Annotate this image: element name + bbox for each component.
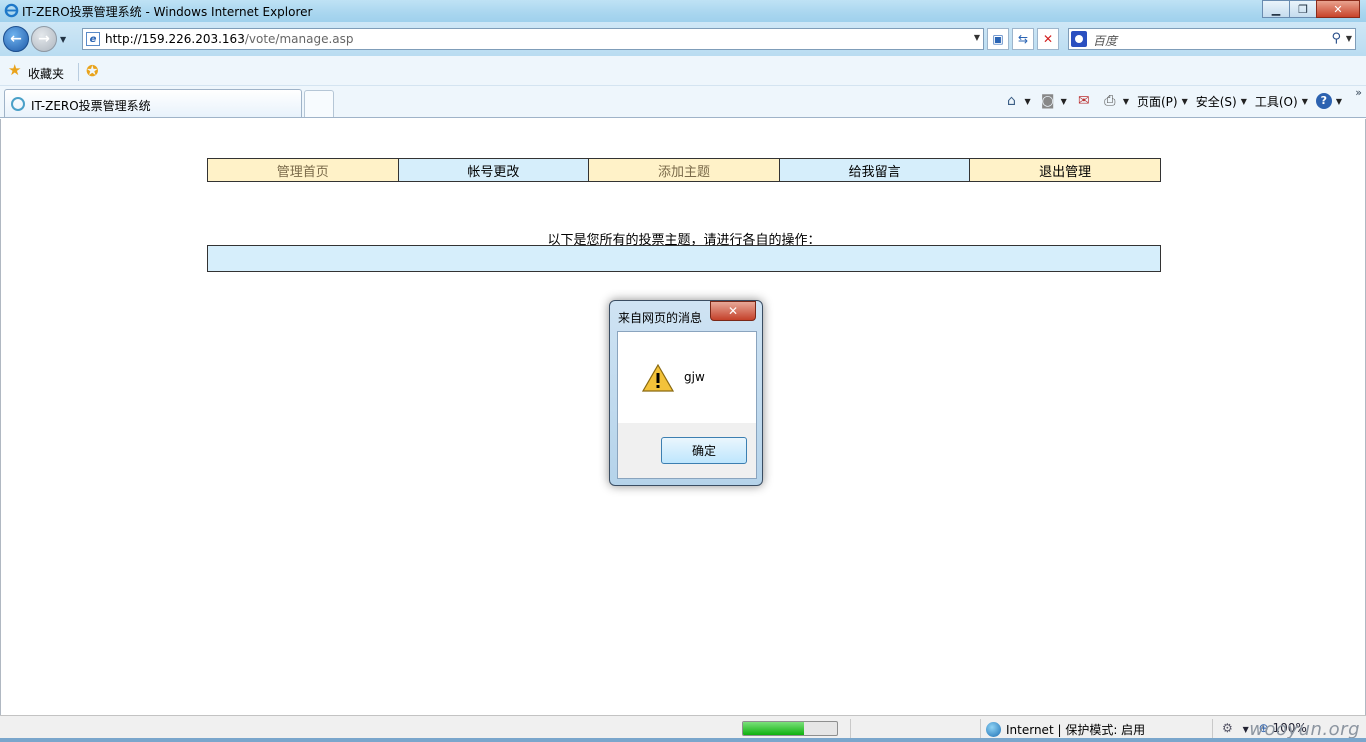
url-text: http://159.226.203.163/vote/manage.asp	[105, 32, 353, 46]
status-divider	[1212, 719, 1213, 739]
dialog-title: 来自网页的消息	[618, 311, 703, 325]
taskbar-edge	[0, 738, 1366, 742]
help-button[interactable]: ? ▼	[1315, 93, 1342, 109]
favorites-star-icon[interactable]: ★	[8, 63, 21, 78]
minimize-icon: ▁	[1271, 2, 1281, 16]
forward-button[interactable]: →	[31, 26, 57, 52]
more-commands-icon[interactable]: »	[1355, 86, 1362, 99]
page-menu-label: 页面(P)	[1136, 94, 1178, 109]
search-box[interactable]: 百度 ⚲ ▼	[1068, 28, 1356, 50]
back-button[interactable]: ←	[3, 26, 29, 52]
search-placeholder: 百度	[1093, 34, 1118, 48]
tab-bar: IT-ZERO投票管理系统 ⌂ ▼ ◙ ▼ ✉ ⎙ ▼ 页面(P) ▼ 安全(S) ▼ 工…	[0, 86, 1366, 118]
refresh-icon: ⇆	[1017, 32, 1029, 46]
chevron-down-icon: ▼	[1301, 96, 1308, 106]
close-window-button[interactable]: ✕	[1316, 0, 1360, 18]
loading-icon	[11, 97, 25, 111]
arrow-right-icon: →	[38, 31, 50, 47]
favorites-bar: ★ 收藏夹 ✪	[0, 56, 1366, 86]
topics-table	[207, 245, 1161, 272]
chevron-down-icon: ▼	[1242, 725, 1249, 734]
nav-admin-home[interactable]: 管理首页	[208, 159, 399, 181]
safety-menu-label: 安全(S)	[1195, 94, 1237, 109]
ok-button[interactable]: 确定	[661, 437, 747, 464]
window-controls: ▁ ❐ ✕	[1262, 0, 1360, 18]
close-icon: ✕	[1333, 2, 1343, 16]
command-bar: ⌂ ▼ ◙ ▼ ✉ ⎙ ▼ 页面(P) ▼ 安全(S) ▼ 工具(O) ▼ ? ▼	[995, 90, 1361, 112]
recent-pages-dropdown[interactable]: ▼	[60, 35, 66, 44]
dialog-body: gjw	[617, 331, 757, 423]
status-divider	[980, 719, 981, 739]
safety-menu[interactable]: 安全(S) ▼	[1196, 93, 1247, 110]
print-button[interactable]: ⎙ ▼	[1101, 93, 1129, 109]
favorites-divider	[78, 63, 79, 81]
chevron-down-icon: ▼	[1181, 96, 1188, 106]
rss-icon: ◙	[1040, 93, 1055, 109]
security-zone-label: Internet | 保护模式: 启用	[1006, 723, 1146, 737]
chevron-down-icon: ▼	[1024, 96, 1031, 106]
mail-icon: ✉	[1077, 93, 1090, 109]
window-title: IT-ZERO投票管理系统 - Windows Internet Explore…	[22, 5, 313, 19]
baidu-icon	[1071, 31, 1087, 47]
restore-button[interactable]: ❐	[1289, 0, 1317, 18]
nav-account-change[interactable]: 帐号更改	[398, 159, 590, 181]
globe-icon	[986, 722, 1001, 737]
settings-icon: ⚙	[1222, 721, 1233, 735]
nav-add-topic[interactable]: 添加主题	[589, 159, 780, 181]
home-button[interactable]: ⌂ ▼	[1003, 93, 1031, 109]
search-dropdown-icon[interactable]: ▼	[1346, 34, 1352, 43]
navigation-bar: ← → ▼ e http://159.226.203.163/vote/mana…	[0, 22, 1366, 56]
search-icon[interactable]: ⚲	[1331, 31, 1341, 46]
compatibility-icon: ▣	[992, 32, 1004, 46]
chevron-down-icon: ▼	[1060, 96, 1067, 106]
admin-nav: 管理首页 帐号更改 添加主题 给我留言 退出管理	[207, 158, 1161, 182]
printer-icon: ⎙	[1104, 93, 1116, 109]
chevron-down-icon: ▼	[1240, 96, 1247, 106]
nav-logout[interactable]: 退出管理	[970, 159, 1160, 181]
page-load-progress	[742, 721, 838, 736]
security-zone[interactable]: Internet | 保护模式: 启用	[986, 721, 1145, 738]
add-favorite-icon[interactable]: ✪	[86, 62, 99, 80]
dialog-close-button[interactable]: ✕	[710, 301, 756, 321]
status-divider	[850, 719, 851, 739]
tools-menu-label: 工具(O)	[1254, 94, 1298, 109]
url-path: /vote/manage.asp	[244, 32, 354, 46]
feeds-button[interactable]: ◙ ▼	[1039, 93, 1067, 109]
chevron-down-icon: ▼	[1335, 96, 1342, 106]
page-icon: e	[86, 32, 100, 46]
tools-menu[interactable]: 工具(O) ▼	[1255, 93, 1308, 110]
dialog-message: gjw	[684, 370, 705, 384]
title-bar: IT-ZERO投票管理系统 - Windows Internet Explore…	[0, 0, 1366, 22]
nav-leave-message[interactable]: 给我留言	[779, 159, 971, 181]
arrow-left-icon: ←	[10, 31, 22, 47]
tab-title: IT-ZERO投票管理系统	[31, 99, 151, 113]
help-icon: ?	[1315, 93, 1332, 109]
chevron-down-icon: ▼	[1122, 96, 1129, 106]
progress-fill	[743, 722, 805, 735]
home-icon: ⌂	[1007, 93, 1016, 109]
compatibility-view-button[interactable]: ▣	[987, 28, 1009, 50]
address-bar[interactable]: e http://159.226.203.163/vote/manage.asp…	[82, 28, 984, 50]
tab-active[interactable]: IT-ZERO投票管理系统	[4, 89, 302, 117]
dialog-footer: 确定	[617, 423, 757, 479]
new-tab-button[interactable]	[304, 90, 334, 117]
mail-button[interactable]: ✉	[1075, 93, 1093, 109]
stop-button[interactable]: ✕	[1037, 28, 1059, 50]
watermark: wooyun.org	[1249, 719, 1360, 740]
close-icon: ✕	[727, 304, 739, 318]
stop-icon: ✕	[1042, 32, 1054, 46]
page-menu[interactable]: 页面(P) ▼	[1137, 93, 1188, 110]
alert-dialog: 来自网页的消息 ✕ gjw 确定	[609, 300, 763, 486]
address-dropdown-icon[interactable]: ▼	[974, 33, 980, 42]
ie-logo-icon	[4, 3, 19, 18]
refresh-button[interactable]: ⇆	[1012, 28, 1034, 50]
url-host: http://159.226.203.163	[105, 32, 245, 46]
favorites-button[interactable]: 收藏夹	[28, 65, 64, 82]
restore-icon: ❐	[1298, 2, 1308, 16]
warning-icon	[642, 364, 674, 392]
minimize-button[interactable]: ▁	[1262, 0, 1290, 18]
